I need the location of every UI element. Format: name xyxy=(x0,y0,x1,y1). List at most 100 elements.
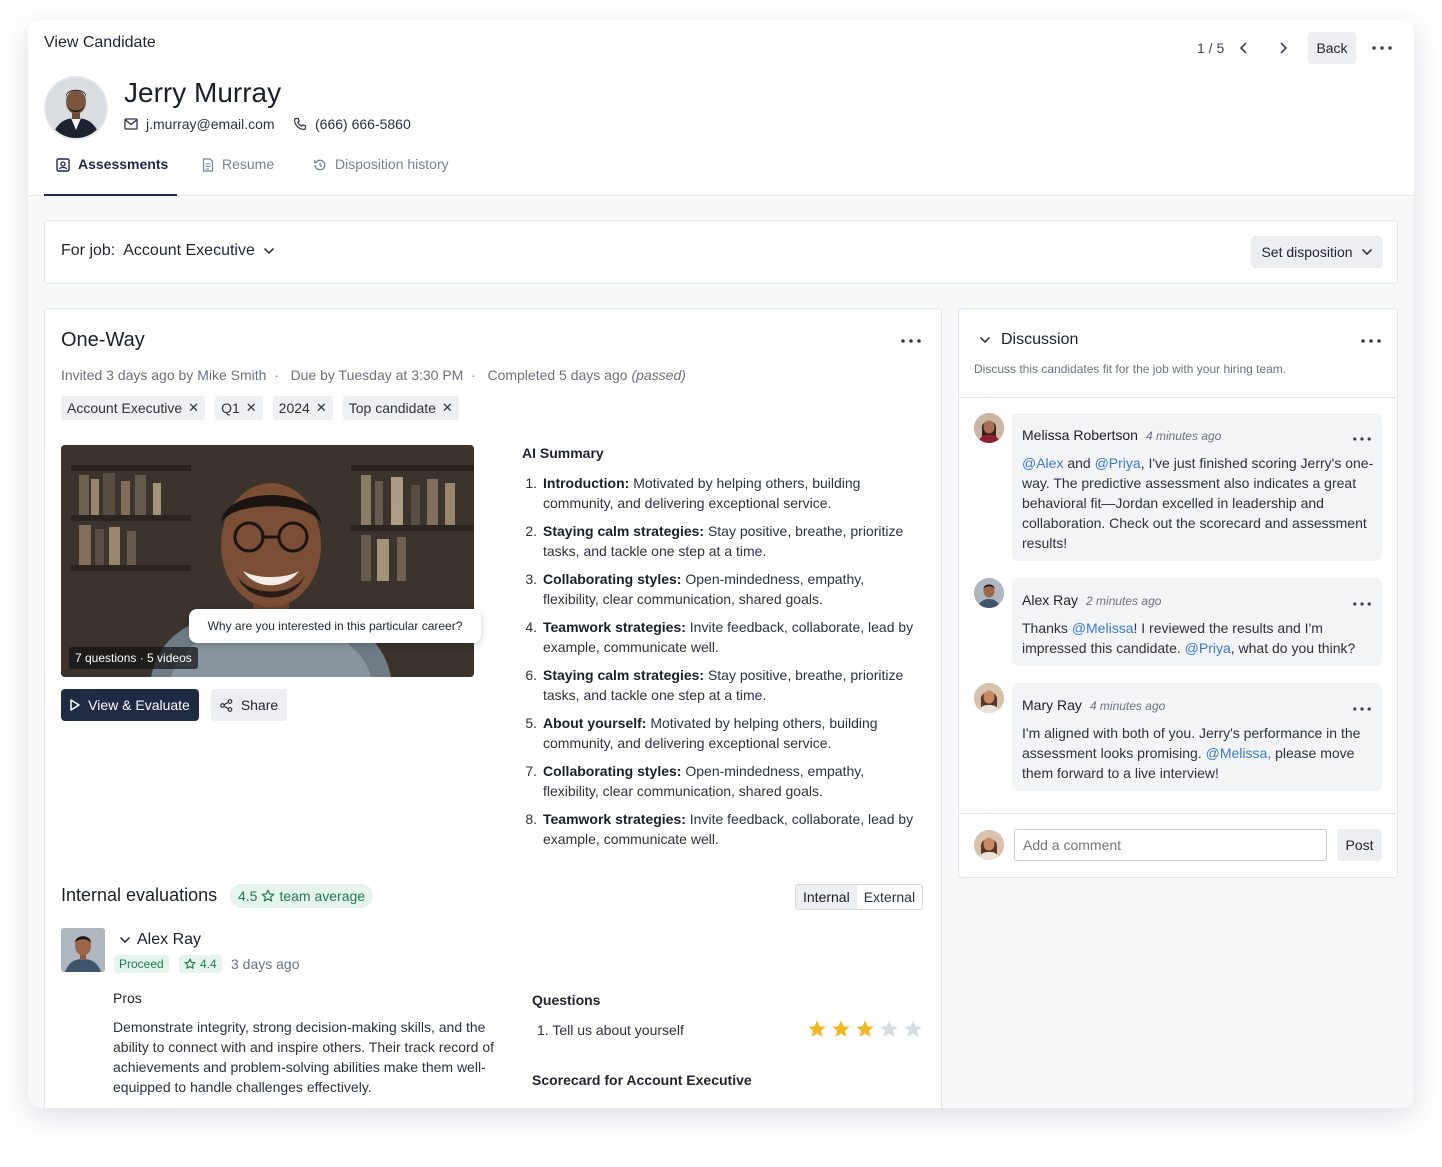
share-button[interactable]: Share xyxy=(211,689,287,721)
star-empty-icon[interactable] xyxy=(879,1019,899,1039)
comment-body: I'm aligned with both of you. Jerry's pe… xyxy=(1022,725,1361,781)
tab-assessments[interactable]: Assessments xyxy=(44,156,177,196)
tag: 2024 ✕ xyxy=(272,396,333,420)
list-item: 7. Collaborating styles: Open-mindedness,… xyxy=(525,763,865,799)
assessment-title: One-Way xyxy=(61,329,145,351)
discussion-panel: Discussion Discuss this candidates fit f… xyxy=(958,308,1398,878)
chevron-down-icon xyxy=(263,247,274,255)
evaluation-type-toggle: Internal External xyxy=(795,884,924,910)
candidate-phone[interactable]: (666) 666-5860 xyxy=(293,116,411,132)
set-disposition-button[interactable]: Set disposition xyxy=(1251,236,1383,268)
evaluation-time: 3 days ago xyxy=(231,956,300,972)
candidate-name: Jerry Murray xyxy=(124,77,282,108)
phone-icon xyxy=(293,117,307,131)
evaluator-name: Alex Ray xyxy=(137,931,202,948)
mention-link[interactable]: @Melissa, xyxy=(1206,745,1272,761)
star-filled-icon[interactable] xyxy=(831,1019,851,1039)
candidate-avatar xyxy=(44,76,108,140)
view-evaluate-button[interactable]: View & Evaluate xyxy=(61,689,199,721)
avatar xyxy=(974,413,1004,443)
tag: Q1 ✕ xyxy=(215,396,263,420)
comment-more-button[interactable] xyxy=(1348,429,1376,449)
person-photo-icon xyxy=(974,413,1004,443)
comment-time: 2 minutes ago xyxy=(1086,594,1162,608)
discussion-title: Discussion xyxy=(1001,331,1079,348)
evaluator-toggle[interactable]: Alex Ray xyxy=(119,931,201,949)
tag-list: Account Executive ✕ Q1 ✕ 2024 ✕ Top candida… xyxy=(61,396,459,420)
discussion-collapse-toggle[interactable]: Discussion xyxy=(979,331,1078,349)
mention-link[interactable]: @Priya xyxy=(1095,455,1141,471)
team-average-value: 4.5 xyxy=(238,888,258,904)
history-icon xyxy=(313,159,326,171)
view-evaluate-label: View & Evaluate xyxy=(88,697,190,713)
scorecard-heading: Scorecard for Account Executive xyxy=(532,1072,752,1088)
star-outline-icon xyxy=(184,958,196,969)
discussion-header: Discussion Discuss this candidates fit f… xyxy=(959,309,1397,398)
tab-disposition-label: Disposition history xyxy=(335,156,449,172)
tag: Account Executive ✕ xyxy=(61,396,206,420)
chevron-down-icon xyxy=(1361,248,1372,256)
play-icon xyxy=(70,699,80,711)
chevron-down-icon xyxy=(119,936,131,944)
remove-tag-icon[interactable]: ✕ xyxy=(442,400,453,416)
document-icon xyxy=(202,158,214,172)
remove-tag-icon[interactable]: ✕ xyxy=(246,400,257,416)
star-empty-icon[interactable] xyxy=(903,1019,923,1039)
next-button[interactable] xyxy=(1271,36,1295,60)
toggle-external[interactable]: External xyxy=(857,885,922,909)
tab-disposition-history[interactable]: Disposition history xyxy=(313,156,449,196)
evaluator-score-badge: 4.4 xyxy=(179,955,222,973)
tab-resume[interactable]: Resume xyxy=(202,156,274,196)
question-item: 1. Tell us about yourself xyxy=(537,1022,684,1038)
previous-button[interactable] xyxy=(1232,36,1256,60)
mention-link[interactable]: @Melissa xyxy=(1072,620,1134,636)
back-button[interactable]: Back xyxy=(1308,32,1356,64)
header-more-button[interactable] xyxy=(1368,38,1396,58)
star-filled-icon[interactable] xyxy=(807,1019,827,1039)
candidate-email[interactable]: j.murray@email.com xyxy=(124,116,275,132)
post-button[interactable]: Post xyxy=(1337,829,1382,861)
chevron-left-icon xyxy=(1239,42,1247,54)
questions-heading: Questions xyxy=(532,992,601,1008)
phone-text: (666) 666-5860 xyxy=(315,116,411,132)
tab-assessments-label: Assessments xyxy=(78,156,169,172)
pros-heading: Pros xyxy=(113,990,142,1006)
remove-tag-icon[interactable]: ✕ xyxy=(188,400,199,416)
share-icon xyxy=(219,698,233,712)
comment-more-button[interactable] xyxy=(1348,594,1376,614)
more-horizontal-icon xyxy=(1353,602,1371,606)
job-selector[interactable]: For job: Account Executive xyxy=(61,242,275,260)
toggle-internal[interactable]: Internal xyxy=(796,885,857,909)
comment-author: Melissa Robertson xyxy=(1022,427,1138,443)
list-item: 3. Collaborating styles: Open-mindedness,… xyxy=(525,571,865,607)
assessment-more-button[interactable] xyxy=(897,331,925,351)
video-question-tooltip: Why are you interested in this particula… xyxy=(189,609,481,643)
more-horizontal-icon xyxy=(901,339,921,343)
mention-link[interactable]: @Priya xyxy=(1185,640,1231,656)
mention-link[interactable]: @Alex xyxy=(1022,455,1063,471)
person-photo-icon xyxy=(974,683,1004,713)
completed-text: Completed 5 days ago xyxy=(487,367,628,383)
due-text: Due by Tuesday at 3:30 PM xyxy=(290,367,464,383)
team-average-badge: 4.5 team average xyxy=(230,884,374,908)
more-horizontal-icon xyxy=(1353,707,1371,711)
chevron-down-icon xyxy=(979,336,991,344)
email-text: j.murray@email.com xyxy=(146,116,275,132)
comment-more-button[interactable] xyxy=(1348,699,1376,719)
star-filled-icon[interactable] xyxy=(855,1019,875,1039)
job-prefix: For job: xyxy=(61,242,116,259)
tag: Top candidate ✕ xyxy=(342,396,459,420)
ai-summary-title: AI Summary xyxy=(522,445,604,461)
avatar xyxy=(974,683,1004,713)
comment-time: 4 minutes ago xyxy=(1145,429,1222,443)
team-average-label: team average xyxy=(279,888,366,904)
assessment-meta: Invited 3 days ago by Mike Smith · Due b… xyxy=(61,367,686,383)
remove-tag-icon[interactable]: ✕ xyxy=(316,400,327,416)
list-item: 1. Introduction: Motivated by helping oth… xyxy=(525,475,861,511)
list-item: 2. Staying calm strategies: Stay positive… xyxy=(525,523,904,559)
assessment-icon xyxy=(56,158,70,172)
evaluations-title: Internal evaluations xyxy=(61,885,218,905)
discussion-more-button[interactable] xyxy=(1357,331,1385,351)
job-bar: For job: Account Executive Set dispositi… xyxy=(44,220,1398,284)
comment-input[interactable] xyxy=(1014,829,1327,861)
